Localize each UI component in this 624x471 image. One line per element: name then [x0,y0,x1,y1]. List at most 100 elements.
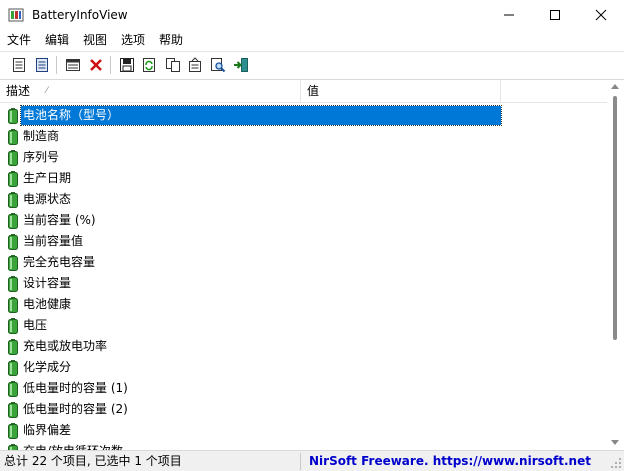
list-item[interactable]: 低电量时的容量 (1) [0,379,501,400]
list-item[interactable]: 当前容量 (%) [0,211,501,232]
save-button[interactable] [117,55,137,75]
battery-icon [8,255,18,271]
scroll-thumb[interactable] [613,96,617,340]
scroll-up-icon[interactable] [611,84,619,89]
battery-icon [8,423,18,439]
delete-icon [90,59,102,71]
column-header-description[interactable]: 描述 ⁄ [0,80,301,102]
list-item[interactable]: 制造商 [0,127,501,148]
maximize-icon [550,10,560,20]
list-item-label: 电源状态 [23,192,72,206]
list-item[interactable]: 电源状态 [0,190,501,211]
menu-view[interactable]: 视图 [83,32,107,49]
status-item-count: 总计 22 个项目, 已选中 1 个项目 [4,454,182,468]
window-button[interactable] [63,55,83,75]
battery-icon [8,150,18,166]
sort-indicator-icon: ⁄ [46,86,48,96]
title-bar: BatteryInfoView [0,0,624,30]
html-report-icon [189,57,201,72]
list-item-label: 生产日期 [23,171,72,185]
minimize-button[interactable] [486,0,532,30]
status-bar: 总计 22 个项目, 已选中 1 个项目 NirSoft Freeware. h… [0,450,624,471]
find-icon [211,58,226,73]
column-header-label: 描述 [6,84,31,98]
battery-icon [8,381,18,397]
list-item[interactable]: 生产日期 [0,169,501,190]
list-item[interactable]: 充电或放电功率 [0,337,501,358]
list-item[interactable]: 电池健康 [0,295,501,316]
list-item-label: 化学成分 [23,360,72,374]
battery-icon [8,318,18,334]
list-item-label: 序列号 [23,150,60,164]
html-report-button[interactable] [185,55,205,75]
battery-icon [8,402,18,418]
maximize-button[interactable] [532,0,578,30]
list-item-label: 电池名称（型号） [20,105,502,126]
close-button[interactable] [578,0,624,30]
list-item-label: 充电或放电功率 [23,339,108,353]
list-item[interactable]: 化学成分 [0,358,501,379]
exit-button[interactable] [231,55,251,75]
window-title: BatteryInfoView [32,8,128,22]
scroll-down-icon[interactable] [611,440,619,445]
vertical-scrollbar[interactable] [607,80,624,451]
list-item[interactable]: 电压 [0,316,501,337]
list-item-label: 设计容量 [23,276,72,290]
list-item-label: 电池健康 [23,297,72,311]
list-item-label: 临界偏差 [23,423,72,437]
delete-button[interactable] [86,55,106,75]
list-rows: 电池名称（型号） 制造商 序列号 生产日期 电源状态 当前容量 (%) 当前容量… [0,104,607,451]
status-separator [300,453,301,470]
battery-info-list[interactable]: 描述 ⁄ 值 电池名称（型号） 制造商 序列号 生产日期 电源状态 当前容量 (… [0,79,624,451]
window-icon [66,59,80,71]
find-button[interactable] [208,55,228,75]
list-item[interactable]: 设计容量 [0,274,501,295]
battery-icon [8,108,18,124]
battery-icon [8,171,18,187]
toolbar-separator [110,56,111,74]
refresh-icon [143,58,155,72]
menu-help[interactable]: 帮助 [159,32,183,49]
list-item[interactable]: 电池名称（型号） [0,105,502,127]
copy-icon [166,58,180,72]
battery-icon [8,192,18,208]
refresh-button[interactable] [139,55,159,75]
battery-icon [8,213,18,229]
menu-options[interactable]: 选项 [121,32,145,49]
log-button[interactable] [32,55,52,75]
battery-icon [8,234,18,250]
menu-file[interactable]: 文件 [7,32,31,49]
resize-grip-icon[interactable] [610,457,622,469]
log-icon [36,58,48,72]
nirsoft-link[interactable]: NirSoft Freeware. https://www.nirsoft.ne… [309,453,591,470]
column-header-value[interactable]: 值 [301,80,501,102]
battery-icon [8,276,18,292]
list-item-label: 低电量时的容量 (1) [23,381,128,395]
list-item[interactable]: 序列号 [0,148,501,169]
properties-button[interactable] [9,55,29,75]
toolbar-separator [56,56,57,74]
menu-edit[interactable]: 编辑 [45,32,69,49]
menu-bar: 文件 编辑 视图 选项 帮助 [0,30,624,50]
list-header: 描述 ⁄ 值 [0,80,607,103]
list-item-label: 当前容量值 [23,234,84,248]
minimize-icon [504,14,514,16]
properties-icon [13,58,25,72]
list-item[interactable]: 低电量时的容量 (2) [0,400,501,421]
list-item[interactable]: 当前容量值 [0,232,501,253]
list-item[interactable]: 临界偏差 [0,421,501,442]
copy-button[interactable] [163,55,183,75]
battery-app-icon [8,8,24,22]
close-icon [595,9,607,21]
battery-icon [8,129,18,145]
list-item-label: 完全充电容量 [23,255,96,269]
list-item-label: 制造商 [23,129,60,143]
save-icon [120,58,134,72]
exit-icon [234,58,248,72]
list-item[interactable]: 完全充电容量 [0,253,501,274]
battery-icon [8,360,18,376]
toolbar [0,51,624,77]
battery-icon [8,297,18,313]
list-item-label: 当前容量 (%) [23,213,96,227]
battery-icon [8,339,18,355]
